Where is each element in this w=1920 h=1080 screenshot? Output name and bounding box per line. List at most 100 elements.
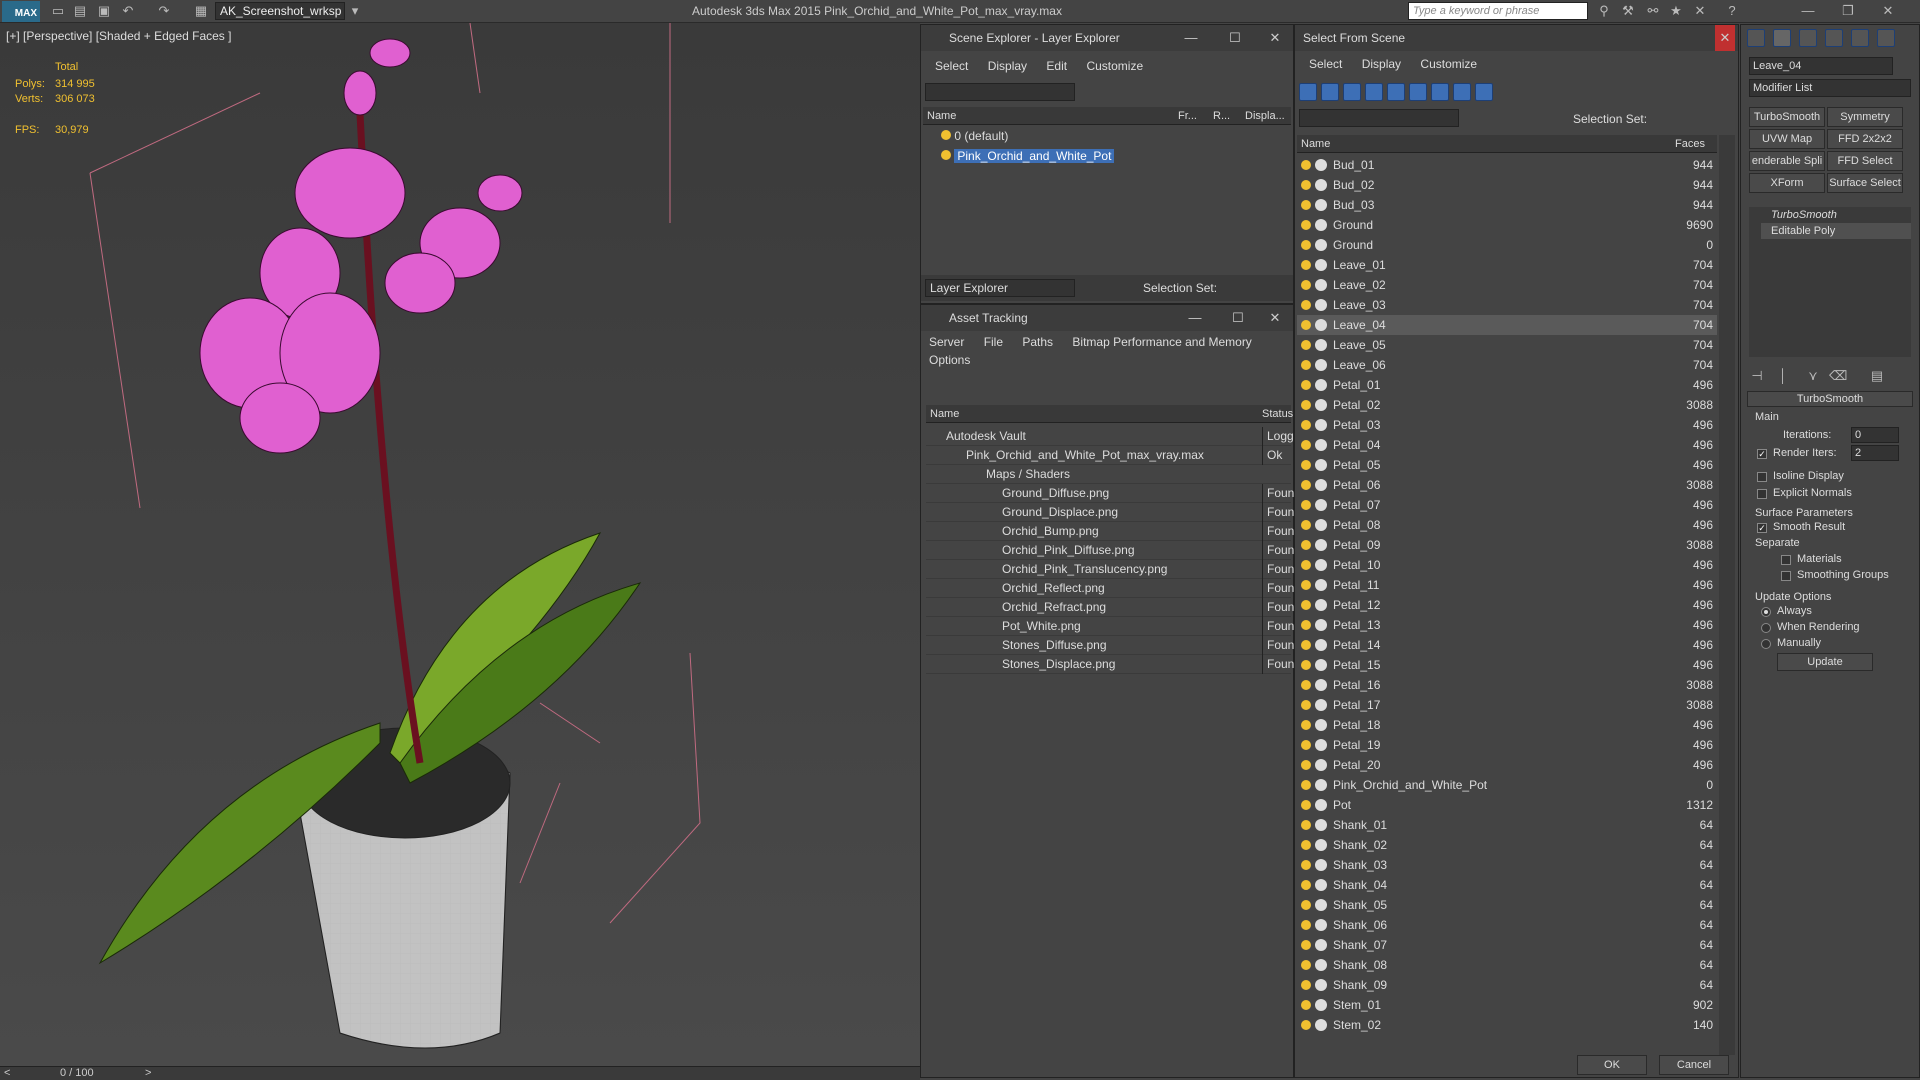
new-file-icon[interactable]: ▭	[50, 3, 66, 19]
col-name[interactable]: Name	[927, 107, 956, 125]
object-row[interactable]: Petal_06 3088	[1297, 475, 1717, 495]
bulb-icon[interactable]	[1301, 940, 1311, 950]
asset-row[interactable]: Ground_Diffuse.png Found	[926, 484, 1301, 503]
light-filter-icon[interactable]	[1343, 83, 1361, 101]
bulb-icon[interactable]	[1301, 620, 1311, 630]
show-end-result-icon[interactable]: │	[1775, 368, 1791, 384]
remove-modifier-icon[interactable]: ⌫	[1829, 368, 1847, 384]
object-row[interactable]: Stem_02 140	[1297, 1015, 1717, 1035]
menu-select[interactable]: Select	[1309, 57, 1342, 71]
explicit-normals-checkbox[interactable]	[1757, 489, 1767, 499]
bulb-icon[interactable]	[1301, 900, 1311, 910]
bulb-icon[interactable]	[1301, 360, 1311, 370]
object-row[interactable]: Petal_17 3088	[1297, 695, 1717, 715]
object-row[interactable]: Shank_09 64	[1297, 975, 1717, 995]
time-slider[interactable]: < 0 / 100 >	[0, 1066, 920, 1080]
object-name-field[interactable]: Leave_04	[1749, 57, 1893, 75]
asset-row[interactable]: Ground_Displace.png Found	[926, 503, 1301, 522]
bulb-icon[interactable]	[1301, 400, 1311, 410]
object-row[interactable]: Petal_11 496	[1297, 575, 1717, 595]
object-row[interactable]: Bud_03 944	[1297, 195, 1717, 215]
asset-row[interactable]: Stones_Diffuse.png Found	[926, 636, 1301, 655]
bulb-icon[interactable]	[1301, 280, 1311, 290]
bulb-icon[interactable]	[1301, 300, 1311, 310]
menu-file[interactable]: File	[984, 335, 1003, 349]
asset-row[interactable]: Pink_Orchid_and_White_Pot_max_vray.max Ok	[926, 446, 1291, 465]
bulb-icon[interactable]	[1301, 800, 1311, 810]
object-row[interactable]: Pink_Orchid_and_White_Pot 0	[1297, 775, 1717, 795]
minimize-icon[interactable]: —	[1181, 305, 1209, 331]
object-row[interactable]: Petal_13 496	[1297, 615, 1717, 635]
symmetry-button[interactable]: Symmetry	[1827, 107, 1903, 127]
object-row[interactable]: Shank_04 64	[1297, 875, 1717, 895]
object-row[interactable]: Leave_02 704	[1297, 275, 1717, 295]
bulb-icon[interactable]	[941, 130, 951, 140]
cancel-button[interactable]: Cancel	[1659, 1055, 1729, 1075]
object-row[interactable]: Leave_03 704	[1297, 295, 1717, 315]
perspective-viewport[interactable]: [+] [Perspective] [Shaded + Edged Faces …	[0, 23, 920, 1070]
smooth-result-checkbox[interactable]: ✓	[1757, 523, 1767, 533]
undo-icon[interactable]: ↶	[120, 3, 136, 19]
bulb-icon[interactable]	[1301, 760, 1311, 770]
object-row[interactable]: Petal_09 3088	[1297, 535, 1717, 555]
object-row[interactable]: Shank_07 64	[1297, 935, 1717, 955]
select-search-input[interactable]	[1299, 109, 1459, 127]
rollout-title[interactable]: TurboSmooth	[1747, 391, 1913, 407]
bulb-icon[interactable]	[1301, 340, 1311, 350]
render-iters-spinner[interactable]: 2	[1851, 445, 1899, 461]
close-icon[interactable]: ✕	[1715, 25, 1735, 51]
bulb-icon[interactable]	[1301, 500, 1311, 510]
scene-explorer-search[interactable]	[925, 83, 1075, 101]
object-row[interactable]: Leave_04 704	[1297, 315, 1717, 335]
bulb-icon[interactable]	[1301, 920, 1311, 930]
menu-customize[interactable]: Customize	[1086, 59, 1143, 73]
bulb-icon[interactable]	[1301, 600, 1311, 610]
stack-item-editable-poly[interactable]: Editable Poly	[1761, 223, 1911, 239]
object-row[interactable]: Petal_19 496	[1297, 735, 1717, 755]
col-name[interactable]: Name	[1301, 135, 1330, 153]
object-row[interactable]: Petal_18 496	[1297, 715, 1717, 735]
utilities-tab-icon[interactable]	[1877, 29, 1895, 47]
link-icon[interactable]: ⚯	[1645, 3, 1661, 19]
renderable-spline-button[interactable]: enderable Spli	[1749, 151, 1825, 171]
object-row[interactable]: Ground 9690	[1297, 215, 1717, 235]
bone-filter-icon[interactable]	[1475, 83, 1493, 101]
object-row[interactable]: Shank_05 64	[1297, 895, 1717, 915]
bulb-icon[interactable]	[1301, 540, 1311, 550]
object-row[interactable]: Petal_16 3088	[1297, 675, 1717, 695]
group-filter-icon[interactable]	[1431, 83, 1449, 101]
make-unique-icon[interactable]: ⋎	[1805, 368, 1821, 384]
object-row[interactable]: Petal_20 496	[1297, 755, 1717, 775]
redo-icon[interactable]: ↷	[156, 3, 172, 19]
xref-filter-icon[interactable]	[1453, 83, 1471, 101]
bulb-icon[interactable]	[1301, 320, 1311, 330]
object-row[interactable]: Petal_10 496	[1297, 555, 1717, 575]
search-input[interactable]: Type a keyword or phrase	[1408, 2, 1588, 20]
object-row[interactable]: Leave_01 704	[1297, 255, 1717, 275]
create-tab-icon[interactable]	[1747, 29, 1765, 47]
ok-button[interactable]: OK	[1577, 1055, 1647, 1075]
helper-filter-icon[interactable]	[1387, 83, 1405, 101]
layer-row[interactable]: 0 (default)	[941, 127, 1291, 146]
object-row[interactable]: Petal_03 496	[1297, 415, 1717, 435]
xform-button[interactable]: XForm	[1749, 173, 1825, 193]
bulb-icon[interactable]	[1301, 880, 1311, 890]
camera-filter-icon[interactable]	[1365, 83, 1383, 101]
asset-row[interactable]: Autodesk Vault Logge	[926, 427, 1300, 446]
bulb-icon[interactable]	[1301, 1020, 1311, 1030]
asset-row[interactable]: Orchid_Reflect.png Found	[926, 579, 1301, 598]
object-row[interactable]: Petal_01 496	[1297, 375, 1717, 395]
asset-row[interactable]: Orchid_Pink_Translucency.png Found	[926, 560, 1301, 579]
object-row[interactable]: Pot 1312	[1297, 795, 1717, 815]
bulb-icon[interactable]	[1301, 200, 1311, 210]
smoothing-groups-checkbox[interactable]	[1781, 571, 1791, 581]
bulb-icon[interactable]	[1301, 380, 1311, 390]
bulb-icon[interactable]	[1301, 180, 1311, 190]
bulb-icon[interactable]	[1301, 580, 1311, 590]
menu-server[interactable]: Server	[929, 335, 964, 349]
maximize-icon[interactable]: ☐	[1224, 305, 1252, 331]
pin-stack-icon[interactable]: ⊣	[1749, 368, 1765, 384]
warp-filter-icon[interactable]	[1409, 83, 1427, 101]
motion-tab-icon[interactable]	[1825, 29, 1843, 47]
bulb-icon[interactable]	[1301, 160, 1311, 170]
